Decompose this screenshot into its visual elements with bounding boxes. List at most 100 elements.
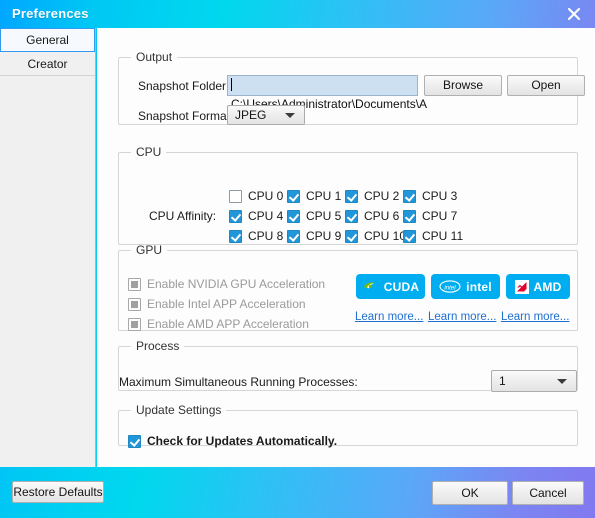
checkbox-indicator[interactable]: [128, 277, 141, 291]
cpu-checkbox-8[interactable]: CPU 8: [229, 229, 283, 243]
update-group-legend: Update Settings: [136, 403, 222, 417]
cpu-group-legend: CPU: [136, 145, 162, 159]
cpu-group: CPU CPU Affinity: CPU 0 CPU 1 CPU 2 CPU …: [118, 145, 578, 245]
intel-badge-button[interactable]: intel intel: [431, 274, 500, 299]
checkbox-indicator[interactable]: [287, 209, 300, 223]
gpu-group: GPU Enable NVIDIA GPU Acceleration Enabl…: [118, 243, 578, 331]
checkbox-indicator[interactable]: [229, 209, 242, 223]
cpu-checkbox-label: CPU 7: [422, 209, 458, 223]
chevron-down-icon: [285, 113, 295, 118]
output-group-legend: Output: [136, 50, 173, 64]
amd-badge-button[interactable]: AMD: [506, 274, 570, 299]
output-group: Output Snapshot Folder: C:\Users\Adminis…: [118, 50, 585, 125]
snapshot-folder-input[interactable]: C:\Users\Administrator\Documents\A: [227, 75, 427, 111]
cpu-checkbox-5[interactable]: CPU 5: [287, 209, 341, 223]
max-processes-value: 1: [499, 374, 506, 388]
snapshot-format-value: JPEG: [235, 108, 267, 122]
check-updates-checkbox[interactable]: Check for Updates Automatically.: [128, 434, 337, 448]
cpu-checkbox-6[interactable]: CPU 6: [345, 209, 399, 223]
svg-text:intel: intel: [444, 284, 456, 291]
checkbox-indicator[interactable]: [403, 189, 416, 203]
cpu-checkbox-10[interactable]: CPU 10: [345, 229, 406, 243]
close-button[interactable]: [561, 2, 587, 26]
cuda-badge-button[interactable]: CUDA: [356, 274, 425, 299]
checkbox-indicator[interactable]: [229, 189, 242, 203]
amd-learn-more-link[interactable]: Learn more...: [501, 311, 569, 323]
checkbox-indicator[interactable]: [345, 209, 358, 223]
checkbox-indicator[interactable]: [128, 434, 141, 448]
cpu-checkbox-4[interactable]: CPU 4: [229, 209, 283, 223]
max-processes-select[interactable]: 1: [491, 370, 577, 392]
cpu-checkbox-label: CPU 5: [306, 209, 342, 223]
cpu-checkbox-label: CPU 9: [306, 229, 342, 243]
text-caret: [231, 78, 232, 91]
update-group: Update Settings Check for Updates Automa…: [118, 403, 578, 448]
chevron-down-icon: [557, 379, 567, 384]
process-group: Process Maximum Simultaneous Running Pro…: [118, 339, 578, 392]
cpu-checkbox-3[interactable]: CPU 3: [403, 189, 457, 203]
gpu-checkbox-label: Enable AMD APP Acceleration: [147, 317, 309, 331]
cuda-learn-more-link[interactable]: Learn more...: [355, 311, 423, 323]
amd-logo-icon: [514, 279, 529, 294]
cpu-checkbox-label: CPU 10: [364, 229, 407, 243]
nvidia-logo-icon: [362, 280, 379, 293]
checkbox-indicator[interactable]: [345, 229, 358, 243]
cpu-checkbox-9[interactable]: CPU 9: [287, 229, 341, 243]
intel-badge-label: intel: [466, 279, 492, 294]
check-updates-label: Check for Updates Automatically.: [147, 434, 338, 448]
dialog-footer: Restore Defaults OK Cancel: [0, 467, 595, 518]
cpu-checkbox-1[interactable]: CPU 1: [287, 189, 341, 203]
process-group-legend: Process: [136, 339, 180, 353]
sidebar-item-label: General: [26, 33, 69, 47]
cuda-badge-label: CUDA: [383, 279, 420, 294]
sidebar-item-creator[interactable]: Creator: [0, 52, 95, 76]
checkbox-indicator[interactable]: [229, 229, 242, 243]
checkbox-indicator[interactable]: [128, 297, 141, 311]
sidebar: General Creator: [0, 28, 96, 467]
cpu-checkbox-label: CPU 6: [364, 209, 400, 223]
cpu-checkbox-label: CPU 0: [248, 189, 284, 203]
snapshot-format-select[interactable]: JPEG: [227, 105, 305, 125]
gpu-checkbox-label: Enable NVIDIA GPU Acceleration: [147, 277, 326, 291]
checkbox-indicator[interactable]: [287, 229, 300, 243]
open-button[interactable]: Open: [507, 75, 585, 96]
close-icon: [566, 6, 582, 22]
intel-logo-icon: intel: [439, 280, 461, 293]
window-title: Preferences: [12, 6, 89, 21]
snapshot-format-label: Snapshot Format:: [138, 109, 234, 123]
sidebar-item-general[interactable]: General: [0, 28, 95, 52]
settings-panel: Output Snapshot Folder: C:\Users\Adminis…: [97, 28, 595, 467]
cpu-checkbox-label: CPU 11: [422, 229, 464, 243]
gpu-group-legend: GPU: [136, 243, 163, 257]
checkbox-indicator[interactable]: [128, 317, 141, 331]
preferences-dialog: Preferences General Creator Output Snaps…: [0, 0, 595, 518]
gpu-checkbox-intel[interactable]: Enable Intel APP Acceleration: [128, 297, 306, 311]
checkbox-indicator[interactable]: [403, 229, 416, 243]
max-processes-label: Maximum Simultaneous Running Processes:: [119, 375, 358, 389]
cpu-checkbox-label: CPU 8: [248, 229, 284, 243]
cpu-checkbox-label: CPU 2: [364, 189, 400, 203]
gpu-checkbox-label: Enable Intel APP Acceleration: [147, 297, 306, 311]
sidebar-item-label: Creator: [27, 57, 68, 71]
restore-defaults-button[interactable]: Restore Defaults: [12, 481, 104, 503]
cpu-checkbox-label: CPU 1: [306, 189, 342, 203]
cpu-checkbox-label: CPU 4: [248, 209, 284, 223]
checkbox-indicator[interactable]: [403, 209, 416, 223]
browse-button[interactable]: Browse: [424, 75, 502, 96]
intel-learn-more-link[interactable]: Learn more...: [428, 311, 496, 323]
cpu-checkbox-2[interactable]: CPU 2: [345, 189, 399, 203]
cpu-checkbox-7[interactable]: CPU 7: [403, 209, 457, 223]
cpu-checkbox-0[interactable]: CPU 0: [229, 189, 283, 203]
cpu-checkbox-11[interactable]: CPU 11: [403, 229, 463, 243]
checkbox-indicator[interactable]: [345, 189, 358, 203]
cpu-checkbox-label: CPU 3: [422, 189, 458, 203]
titlebar: Preferences: [0, 0, 595, 28]
cpu-affinity-label: CPU Affinity:: [149, 209, 217, 223]
gpu-checkbox-nvidia[interactable]: Enable NVIDIA GPU Acceleration: [128, 277, 325, 291]
cancel-button[interactable]: Cancel: [512, 481, 584, 505]
amd-badge-label: AMD: [533, 279, 562, 294]
gpu-checkbox-amd[interactable]: Enable AMD APP Acceleration: [128, 317, 309, 331]
ok-button[interactable]: OK: [432, 481, 508, 505]
checkbox-indicator[interactable]: [287, 189, 300, 203]
snapshot-folder-label: Snapshot Folder:: [138, 79, 230, 93]
